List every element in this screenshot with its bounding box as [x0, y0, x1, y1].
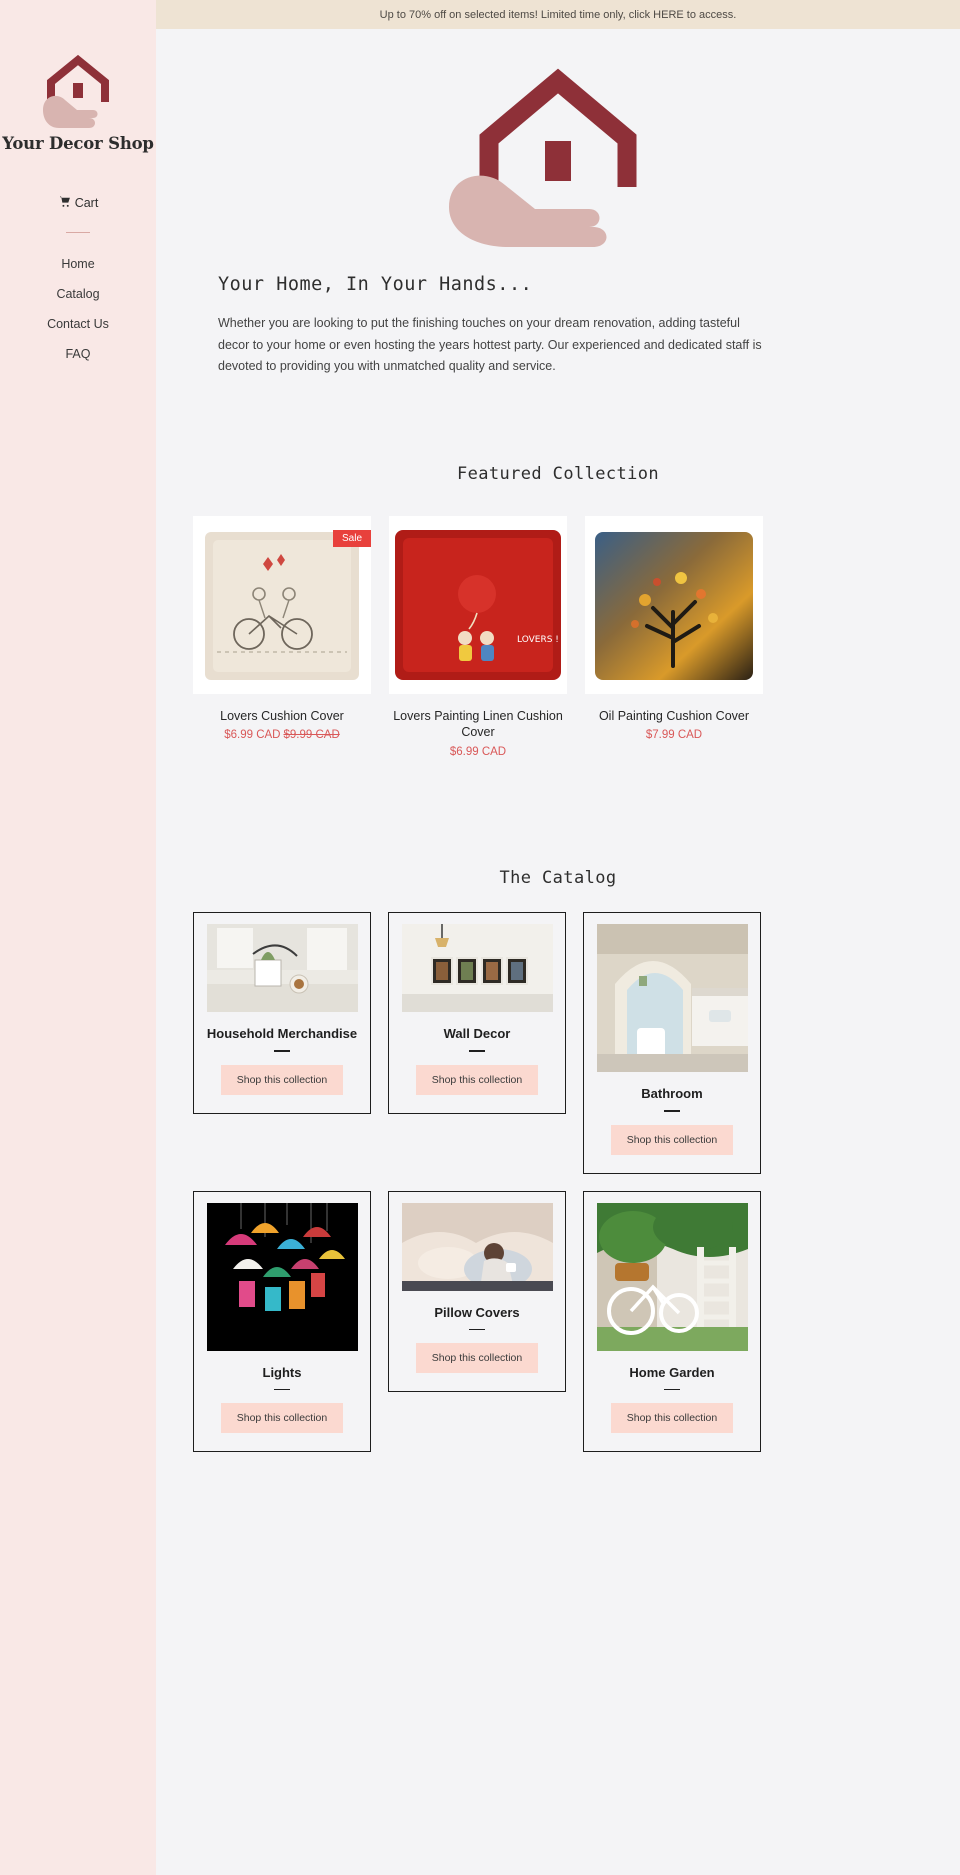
- main-content: Up to 70% off on selected items! Limited…: [156, 0, 960, 1453]
- product-title: Lovers Painting Linen Cushion Cover: [393, 708, 563, 740]
- hero-logo-wrap: [218, 59, 898, 274]
- collection-rule: [469, 1328, 485, 1331]
- product-title: Lovers Cushion Cover: [220, 708, 344, 723]
- product-card[interactable]: Sale Lovers Cushion Cover $6.99 CAD $9.99…: [193, 515, 371, 759]
- collection-name: Pillow Covers: [434, 1304, 520, 1320]
- collection-name: Lights: [262, 1364, 302, 1380]
- product-image[interactable]: [585, 515, 763, 694]
- product-price: $7.99 CAD: [585, 729, 763, 741]
- house-in-hand-logo-large-icon: [443, 67, 673, 252]
- hero-title: Your Home, In Your Hands...: [218, 274, 533, 295]
- collection-card[interactable]: Home Garden Shop this collection: [583, 1190, 761, 1453]
- sidebar-item-faq[interactable]: FAQ: [0, 339, 156, 369]
- product-price-current: $7.99 CAD: [645, 729, 703, 742]
- announcement-bar[interactable]: Up to 70% off on selected items! Limited…: [156, 0, 960, 29]
- collection-card[interactable]: Household Merchandise Shop this collecti…: [193, 912, 371, 1114]
- collection-rule: [469, 1050, 485, 1052]
- collection-image: [596, 924, 748, 1073]
- sidebar-nav: Home Catalog Contact Us FAQ: [0, 249, 156, 369]
- shop-this-collection-button[interactable]: Shop this collection: [610, 1124, 734, 1155]
- nav-divider: [66, 232, 90, 233]
- shopping-cart-icon: [58, 195, 71, 210]
- collection-card[interactable]: Wall Decor Shop this collection: [388, 912, 566, 1114]
- product-title: Oil Painting Cushion Cover: [598, 708, 750, 723]
- cart-link[interactable]: Cart: [0, 195, 156, 210]
- sidebar-item-catalog[interactable]: Catalog: [0, 279, 156, 309]
- shop-this-collection-button[interactable]: Shop this collection: [220, 1403, 344, 1434]
- sidebar-item-contact-us[interactable]: Contact Us: [0, 309, 156, 339]
- sidebar-logo[interactable]: Your Decor Shop: [0, 52, 156, 153]
- product-image[interactable]: Sale: [193, 515, 371, 694]
- hero-section: Your Home, In Your Hands... Whether you …: [156, 29, 960, 378]
- collection-rule: [274, 1388, 290, 1391]
- product-price: $6.99 CAD $9.99 CAD: [193, 729, 371, 741]
- shop-this-collection-button[interactable]: Shop this collection: [415, 1064, 539, 1095]
- collection-card[interactable]: Lights Shop this collection: [193, 1190, 371, 1453]
- brand-name: Your Decor Shop: [2, 134, 154, 153]
- collection-card[interactable]: Pillow Covers Shop this collection: [388, 1190, 566, 1393]
- hero-body-text: Whether you are looking to put the finis…: [218, 316, 762, 373]
- catalog-heading: The Catalog: [499, 868, 617, 889]
- catalog-grid: Household Merchandise Shop this collecti…: [156, 888, 960, 1453]
- product-card[interactable]: LOVERS ! Lovers Painting Linen Cushion C…: [389, 515, 567, 758]
- product-price-compare: $9.99 CAD: [283, 729, 340, 742]
- product-price-current: $6.99 CAD: [449, 746, 507, 759]
- product-grid: Sale Lovers Cushion Cover $6.99 CAD $9.99…: [156, 484, 960, 759]
- featured-collection-section: Featured Collection Sale Lovers Cushion …: [156, 378, 960, 759]
- svg-text:LOVERS !: LOVERS !: [517, 635, 559, 645]
- collection-image: [401, 924, 553, 1013]
- collection-name: Bathroom: [641, 1086, 703, 1102]
- shop-this-collection-button[interactable]: Shop this collection: [415, 1343, 539, 1374]
- sale-badge: Sale: [332, 529, 371, 547]
- house-in-hand-logo-icon: [33, 52, 123, 130]
- shop-this-collection-button[interactable]: Shop this collection: [610, 1403, 734, 1434]
- sidebar-item-home[interactable]: Home: [0, 249, 156, 279]
- shop-this-collection-button[interactable]: Shop this collection: [220, 1064, 344, 1095]
- product-price: $6.99 CAD: [389, 746, 567, 758]
- collection-image: [596, 1202, 748, 1351]
- product-card[interactable]: Oil Painting Cushion Cover $7.99 CAD: [585, 515, 763, 759]
- collection-image: [401, 1202, 553, 1291]
- featured-heading: Featured Collection: [456, 463, 660, 484]
- product-image[interactable]: LOVERS !: [389, 515, 567, 694]
- announcement-text: Up to 70% off on selected items! Limited…: [379, 8, 737, 21]
- collection-rule: [664, 1388, 680, 1391]
- collection-rule: [274, 1050, 290, 1052]
- collection-name: Home Garden: [629, 1364, 715, 1380]
- collection-image: [206, 1202, 358, 1351]
- collection-name: Wall Decor: [443, 1026, 511, 1042]
- collection-card[interactable]: Bathroom Shop this collection: [583, 912, 761, 1174]
- product-price-current: $6.99 CAD: [224, 729, 281, 742]
- sidebar: Your Decor Shop Cart Home Catalog Contac…: [0, 0, 156, 1875]
- collection-image: [206, 924, 358, 1013]
- collection-rule: [664, 1110, 680, 1112]
- cart-label: Cart: [74, 195, 99, 210]
- collection-name: Household Merchandise: [206, 1026, 358, 1042]
- catalog-section: The Catalog Household Merchandise Shop t…: [156, 758, 960, 1453]
